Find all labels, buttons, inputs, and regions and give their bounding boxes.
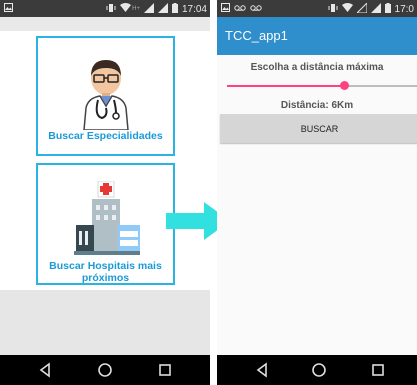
battery-icon: [384, 3, 391, 15]
signal-icon: [355, 1, 368, 15]
buscar-hospitais-button[interactable]: Buscar Hospitais mais próximos: [36, 163, 175, 285]
status-bar: H+ 17:04: [0, 0, 210, 17]
status-bar-right: 17:0: [217, 0, 417, 17]
back-icon[interactable]: [254, 362, 270, 378]
buscar-button[interactable]: BUSCAR: [220, 114, 417, 143]
distance-heading: Escolha a distância máxima: [250, 62, 384, 73]
voicemail-icon: [234, 4, 246, 14]
main-content: Escolha a distância máxima Distância: 6K…: [217, 55, 417, 355]
hospital-icon: [74, 180, 140, 260]
doctor-icon: [80, 56, 132, 135]
voicemail-icon-2: [250, 4, 262, 14]
back-icon[interactable]: [37, 362, 53, 378]
card-label-hospitais: Buscar Hospitais mais próximos: [49, 260, 162, 284]
vibrate-icon: [328, 3, 338, 15]
top-gray-band: [0, 17, 210, 31]
image-notification-icon: [221, 3, 230, 14]
status-time: 17:0: [394, 3, 414, 15]
signal-icon-2: [370, 3, 381, 15]
battery-icon: [171, 3, 178, 15]
app-title: TCC_app1: [225, 28, 288, 43]
recents-icon[interactable]: [157, 362, 173, 378]
app-bar: TCC_app1: [217, 17, 417, 55]
slider-thumb[interactable]: [340, 81, 350, 90]
right-phone-screen: 17:0 TCC_app1 Escolha a distância máxima…: [217, 0, 417, 385]
distance-value-label: Distância: 6Km: [280, 100, 354, 111]
network-type-label: H+: [132, 6, 140, 12]
card-label-especialidades: Buscar Especialidades: [48, 130, 163, 142]
wifi-icon: [341, 3, 353, 15]
slider-track-remaining[interactable]: [344, 85, 417, 87]
bottom-gray-area: [0, 290, 210, 355]
signal-icon-2: [157, 3, 168, 15]
left-phone-screen: H+ 17:04 Buscar Especialidades Buscar Ho…: [0, 0, 210, 385]
home-icon[interactable]: [311, 362, 327, 378]
buscar-button-label: BUSCAR: [300, 123, 339, 134]
image-notification-icon: [4, 3, 13, 14]
status-time: 17:04: [181, 3, 207, 15]
recents-icon[interactable]: [370, 362, 386, 378]
buscar-especialidades-button[interactable]: Buscar Especialidades: [36, 36, 175, 156]
home-icon[interactable]: [97, 362, 113, 378]
wifi-icon: [120, 3, 132, 15]
navigation-bar: [0, 355, 210, 385]
signal-icon: [143, 3, 154, 15]
vibrate-icon: [106, 3, 116, 15]
navigation-bar: [217, 355, 417, 385]
